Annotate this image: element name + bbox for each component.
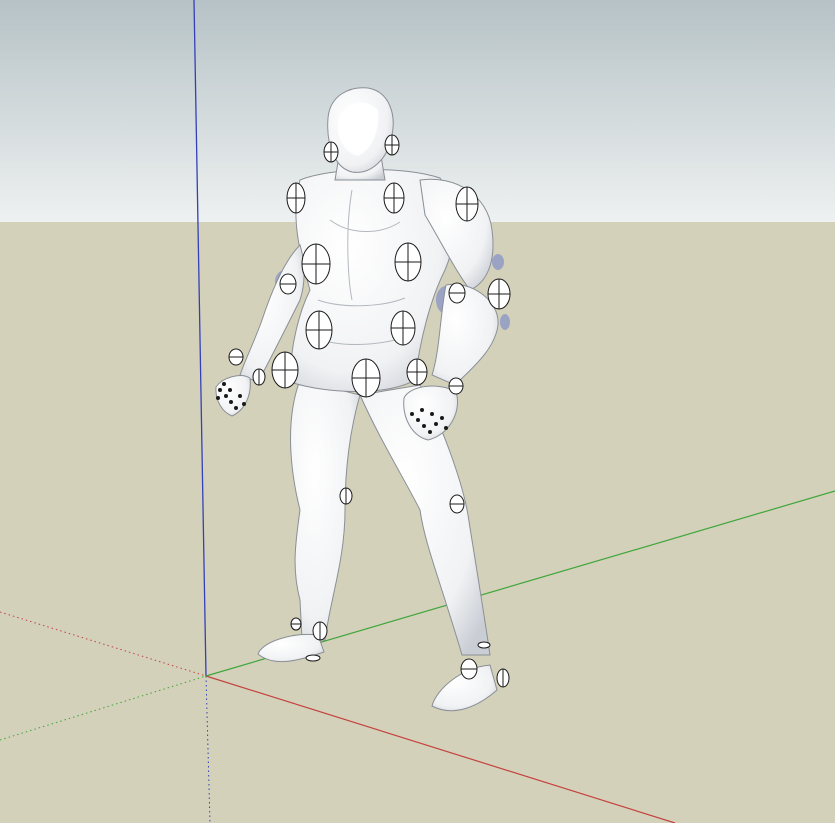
crosshair-circle-icon (448, 282, 466, 304)
crosshair-circle-icon (339, 487, 353, 505)
crosshair-circle-icon (305, 310, 333, 350)
crosshair-circle-icon (301, 243, 331, 285)
crosshair-circle-icon (384, 134, 400, 156)
crosshair-circle-icon (351, 358, 381, 398)
crosshair-circle-icon (383, 182, 405, 214)
crosshair-circle-icon (305, 654, 321, 662)
crosshair-circle-icon (477, 641, 491, 649)
scene-canvas[interactable] (0, 0, 835, 823)
crosshair-circle-icon (449, 494, 465, 514)
crosshair-circle-icon (496, 668, 510, 688)
crosshair-circle-icon (390, 310, 416, 346)
crosshair-circle-icon (279, 273, 297, 295)
crosshair-circle-icon (448, 377, 464, 395)
crosshair-circle-icon (406, 358, 428, 386)
crosshair-circle-icon (455, 186, 479, 222)
crosshair-circle-icon (252, 368, 266, 386)
crosshair-circle-icon (312, 621, 328, 641)
3d-viewport[interactable] (0, 0, 835, 823)
crosshair-circle-icon (487, 278, 511, 310)
crosshair-circle-icon (323, 141, 339, 163)
crosshair-circle-icon (394, 242, 422, 282)
crosshair-circle-icon (460, 658, 478, 680)
crosshair-circle-icon (271, 351, 299, 389)
crosshair-circle-icon (286, 182, 306, 214)
crosshair-circle-icon (290, 617, 302, 631)
crosshair-circle-icon (228, 348, 244, 366)
